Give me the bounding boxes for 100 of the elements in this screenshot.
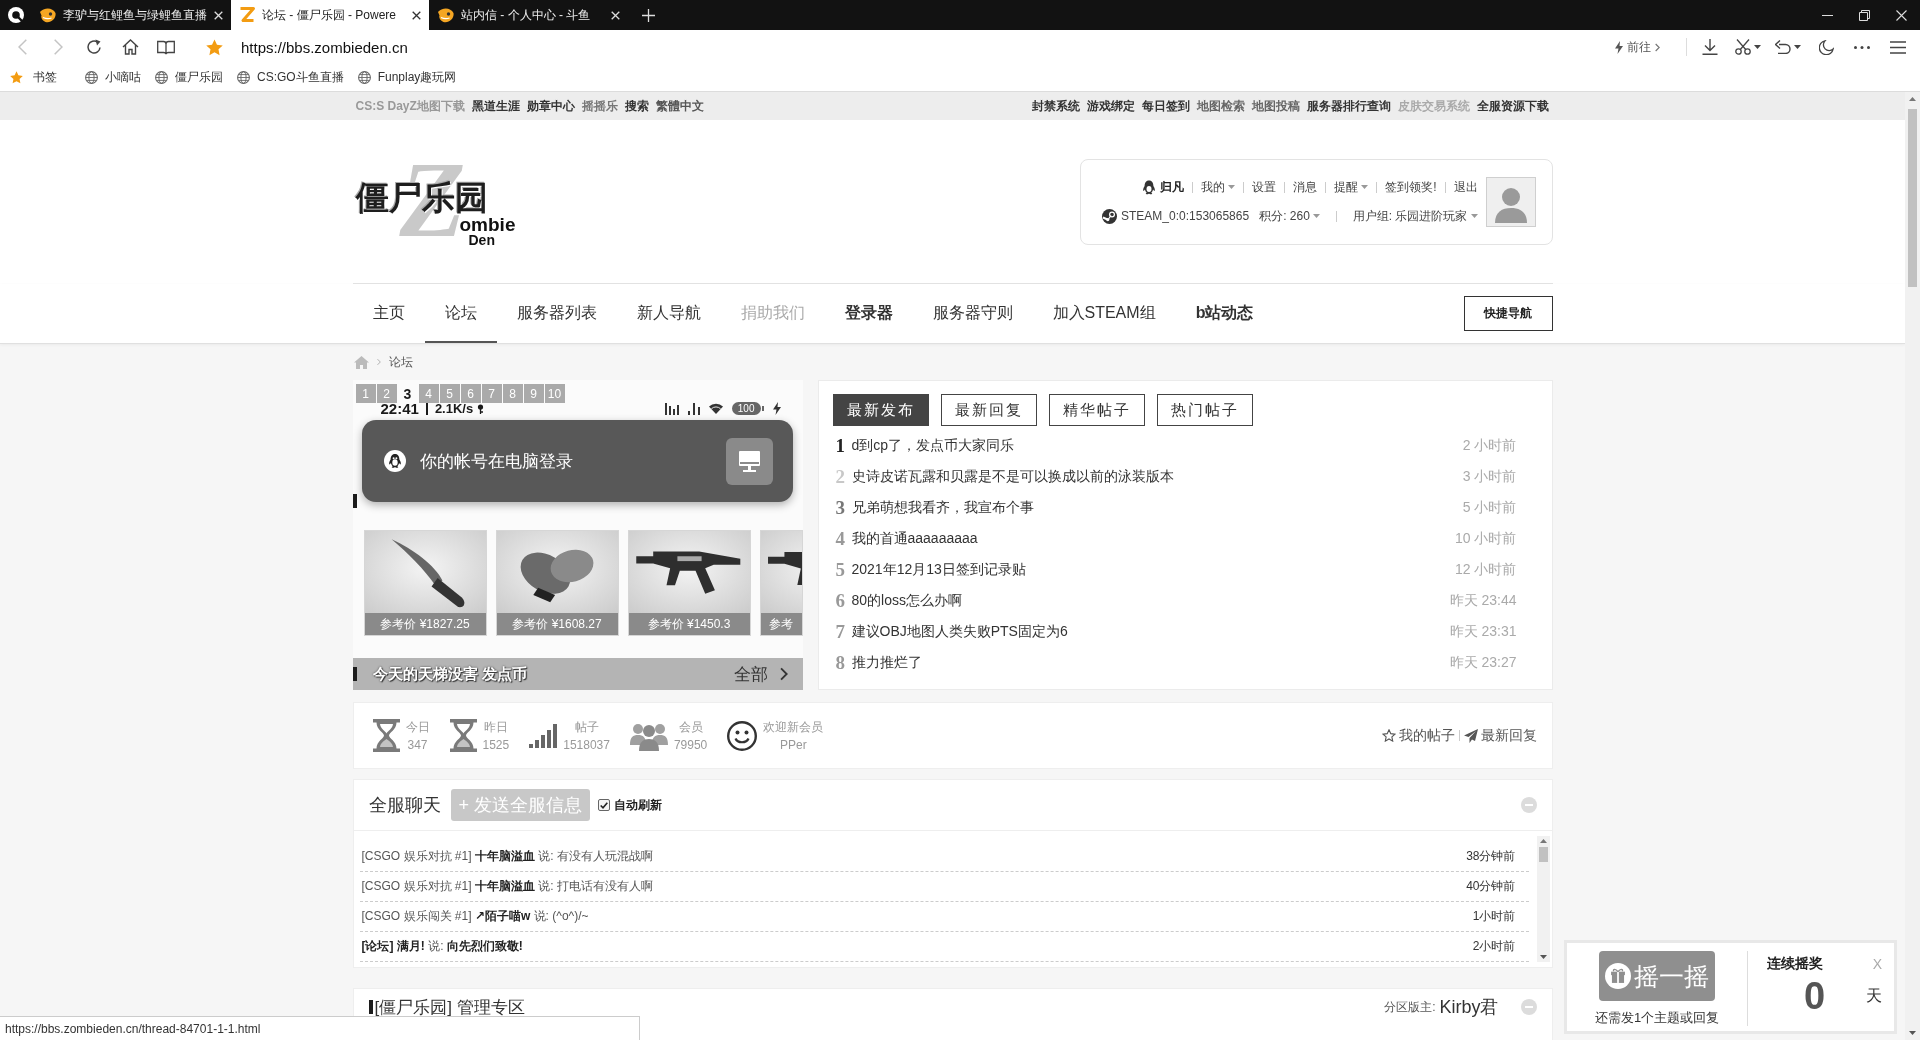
bookmark-link[interactable]: 僵尸乐园 xyxy=(155,69,223,86)
chat-message: [CSGO 娱乐对抗 #1] 十年脑溢血 说: 打电话有没有人啊 xyxy=(361,878,653,895)
posts-tab[interactable]: 精华帖子 xyxy=(1048,394,1145,426)
browser-tab[interactable]: 站内信 - 个人中心 - 斗鱼 xyxy=(430,0,628,30)
more-link[interactable]: 全部 xyxy=(733,662,788,686)
username-link[interactable]: 归凡 xyxy=(1160,178,1185,196)
avatar[interactable] xyxy=(1485,176,1536,227)
user-menu-link[interactable]: 我的 xyxy=(1201,178,1236,196)
user-menu-link[interactable]: 退出 xyxy=(1453,178,1478,196)
post-title-link[interactable]: 80的loss怎么办啊 xyxy=(851,591,962,610)
download-icon[interactable] xyxy=(1702,39,1718,55)
nav-tab[interactable]: b站动态 xyxy=(1175,284,1274,343)
scrollbar[interactable] xyxy=(1536,836,1550,962)
points-link[interactable]: 积分: 260 xyxy=(1259,207,1320,225)
top-link[interactable]: 摇摇乐 xyxy=(581,97,618,115)
top-link[interactable]: 勋章中心 xyxy=(526,97,575,115)
bookmark-link[interactable]: Funplay趣玩网 xyxy=(357,69,457,86)
caret-icon xyxy=(1312,214,1320,218)
caret-down-icon[interactable] xyxy=(1909,1031,1916,1035)
post-title-link[interactable]: 建议OBJ地图人类失败PTS固定为6 xyxy=(851,622,1068,641)
more-icon[interactable] xyxy=(1854,45,1870,49)
nav-tab[interactable]: 论坛 xyxy=(424,284,497,343)
stat-label: 会员 xyxy=(678,719,703,736)
menu-icon[interactable] xyxy=(1890,40,1906,54)
bookmark-link[interactable]: 小嘀咕 xyxy=(85,69,141,86)
caret-up-icon[interactable] xyxy=(1909,97,1916,101)
network-speed: 2.1K/s xyxy=(434,401,474,416)
nav-tab[interactable]: 登录器 xyxy=(824,284,913,343)
post-title-link[interactable]: 兄弟萌想我看齐，我宣布个事 xyxy=(851,498,1034,517)
post-title-link[interactable]: 2021年12月13日签到记录贴 xyxy=(851,560,1026,579)
user-group-link[interactable]: 用户组: 乐园进阶玩家 xyxy=(1352,207,1478,225)
scrollbar[interactable] xyxy=(1905,92,1920,1040)
posts-tab[interactable]: 最新回复 xyxy=(940,394,1037,426)
breadcrumb-link[interactable]: 论坛 xyxy=(388,353,413,371)
chat-time: 40分钟前 xyxy=(1466,878,1516,895)
home-icon[interactable] xyxy=(121,39,139,55)
minimize-icon[interactable] xyxy=(1822,14,1833,16)
caret-icon xyxy=(1794,45,1801,49)
user-menu-link[interactable]: 消息 xyxy=(1293,178,1318,196)
close-icon[interactable] xyxy=(412,10,421,20)
quick-nav-button[interactable]: 快捷导航 xyxy=(1463,296,1553,331)
page-button[interactable]: 3 xyxy=(397,384,418,403)
browser-logo-icon[interactable] xyxy=(8,7,24,23)
scissors-icon[interactable] xyxy=(1735,39,1751,55)
nav-tab[interactable]: 主页 xyxy=(352,284,425,343)
user-menu-link[interactable]: 提醒 xyxy=(1334,178,1369,196)
nav-tab[interactable]: 服务器列表 xyxy=(496,284,617,343)
post-title-link[interactable]: d到cp了，发点币大家同乐 xyxy=(851,436,1015,455)
stat-label: 昨日 xyxy=(483,719,508,736)
restore-icon[interactable] xyxy=(1859,9,1870,21)
post-time: 昨天 23:31 xyxy=(1449,622,1517,641)
globe-icon xyxy=(237,71,250,84)
quick-link[interactable]: 最新回复 xyxy=(1463,726,1537,745)
top-link[interactable]: 游戏绑定 xyxy=(1086,97,1135,115)
browser-tab[interactable]: 李驴与红鲤鱼与绿鲤鱼直播 xyxy=(32,0,230,30)
go-button[interactable]: 前往 xyxy=(1611,38,1681,56)
top-link[interactable]: 繁體中文 xyxy=(655,97,704,115)
top-link[interactable]: 全服资源下载 xyxy=(1476,97,1549,115)
moderator-link[interactable]: Kirby君 xyxy=(1439,995,1499,1019)
nav-tab[interactable]: 新人导航 xyxy=(616,284,721,343)
bookmark-link[interactable]: 书签 xyxy=(10,69,57,86)
bookmark-link[interactable]: CS:GO斗鱼直播 xyxy=(237,69,344,86)
top-link[interactable]: 搜索 xyxy=(624,97,649,115)
address-field[interactable]: https://bbs.zombieden.cn xyxy=(241,34,1611,60)
book-icon[interactable] xyxy=(157,39,175,55)
caret-down-icon[interactable] xyxy=(1539,955,1547,959)
scrollbar-thumb[interactable] xyxy=(1908,109,1917,287)
top-link[interactable]: 封禁系统 xyxy=(1031,97,1080,115)
signal-icon xyxy=(664,402,679,415)
post-title-link[interactable]: 史诗皮诺瓦露和贝露是不是可以换成以前的泳装版本 xyxy=(851,467,1174,486)
user-menu-link[interactable]: 签到领奖! xyxy=(1385,178,1437,196)
top-link[interactable]: 服务器排行查询 xyxy=(1306,97,1391,115)
top-link[interactable]: 黑道生涯 xyxy=(471,97,520,115)
globe-icon xyxy=(85,71,98,84)
nav-tab[interactable]: 加入STEAM组 xyxy=(1032,284,1176,343)
post-title-link[interactable]: 我的首通aaaaaaaaa xyxy=(851,529,978,548)
auto-refresh-checkbox[interactable] xyxy=(598,799,610,811)
star-icon[interactable] xyxy=(205,38,223,56)
top-link[interactable]: 每日签到 xyxy=(1141,97,1190,115)
chevron-icon xyxy=(1655,42,1660,52)
steam-id: STEAM_0:0:153065865 xyxy=(1121,209,1250,223)
user-menu-link[interactable]: 设置 xyxy=(1252,178,1277,196)
paper-plane-icon xyxy=(1463,728,1478,743)
undo-icon[interactable] xyxy=(1775,40,1791,54)
nav-tab[interactable]: 服务器守则 xyxy=(912,284,1033,343)
star-icon[interactable] xyxy=(10,71,23,84)
scrollbar-thumb[interactable] xyxy=(1538,847,1548,862)
caret-up-icon[interactable] xyxy=(1539,839,1547,843)
plus-icon[interactable] xyxy=(642,8,655,22)
top-link[interactable]: 地图检索 xyxy=(1196,97,1245,115)
reload-icon[interactable] xyxy=(86,39,102,55)
top-link[interactable]: 地图投稿 xyxy=(1251,97,1300,115)
post-title-link[interactable]: 推力推烂了 xyxy=(851,653,922,672)
browser-tab[interactable]: 论坛 - 僵尸乐园 - Powere xyxy=(231,0,429,30)
rank-number: 1 xyxy=(834,434,846,457)
posts-tab[interactable]: 最新发布 xyxy=(832,394,929,426)
moon-icon[interactable] xyxy=(1818,39,1834,55)
wifi-icon xyxy=(708,403,723,414)
quick-link[interactable]: 我的帖子 xyxy=(1381,726,1455,745)
posts-tab[interactable]: 热门帖子 xyxy=(1156,394,1253,426)
